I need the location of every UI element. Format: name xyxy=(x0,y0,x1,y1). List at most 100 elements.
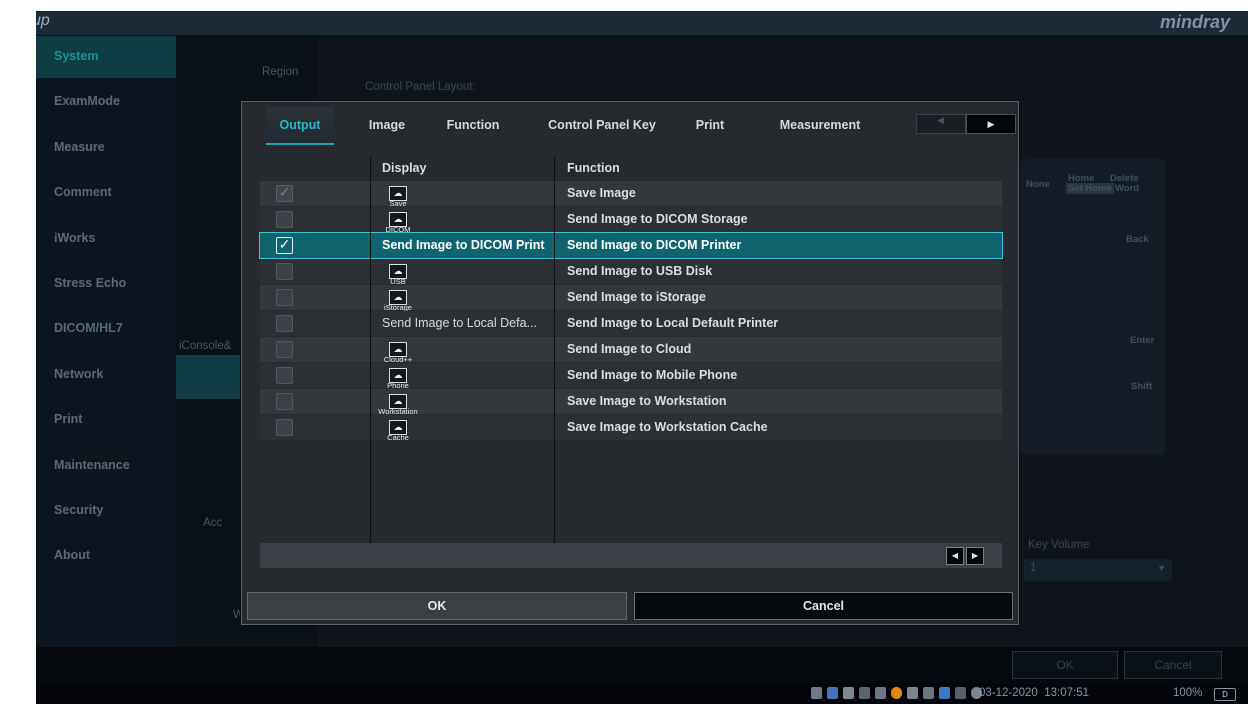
checkmark-icon: ✓ xyxy=(278,184,291,200)
sub-item-region[interactable]: Region xyxy=(262,66,298,78)
sidebar-item-security[interactable]: ⛨Security xyxy=(36,490,176,532)
table-row[interactable]: ☁ Workstation Save Image to Workstation xyxy=(260,389,1002,416)
enable-checkbox[interactable] xyxy=(276,315,293,332)
brand-logo: mindray xyxy=(1159,12,1230,32)
enable-checkbox[interactable] xyxy=(276,263,293,280)
ok-button[interactable]: OK xyxy=(247,592,627,620)
setup-cancel-button[interactable]: Cancel xyxy=(1124,651,1222,679)
key-back[interactable]: Back xyxy=(1126,234,1149,245)
tab-print[interactable]: Print xyxy=(690,107,730,143)
sidebar-item-network[interactable]: ⧉Network xyxy=(36,354,176,396)
sidebar-item-label: DICOM/HL7 xyxy=(54,321,123,336)
sidebar-item-label: ExamMode xyxy=(54,94,120,109)
key-none[interactable]: None xyxy=(1026,179,1050,190)
sidebar-item-label: Comment xyxy=(54,185,112,200)
sidebar-item-comment[interactable]: ▤Comment xyxy=(36,172,176,214)
usb-icon[interactable] xyxy=(923,687,934,699)
enable-checkbox[interactable]: ✓ xyxy=(276,236,293,254)
tab-scroll-left-button[interactable]: ◀ xyxy=(916,114,966,134)
display-button-icon: ☁ Workstation xyxy=(368,391,428,416)
checkmark-icon: ✓ xyxy=(278,236,291,252)
sidebar-item-system[interactable]: ⚙System xyxy=(36,36,176,78)
scroll-right-button[interactable]: ▶ xyxy=(966,547,984,565)
cloud-icon[interactable] xyxy=(875,687,886,699)
sidebar-item-iworks[interactable]: ☰iWorks xyxy=(36,218,176,260)
table-row[interactable]: ☁ Phone Send Image to Mobile Phone xyxy=(260,363,1002,390)
sidebar-item-dicom-hl7[interactable]: ▦DICOM/HL7 xyxy=(36,308,176,350)
table-row[interactable]: ✓ ☁ Save Save Image xyxy=(260,181,1002,208)
warning-icon[interactable] xyxy=(891,687,902,699)
control-panel-layout-label: Control Panel Layout: xyxy=(365,81,476,93)
table-row[interactable]: ☁ iStorage Send Image to iStorage xyxy=(260,285,1002,312)
function-text: Send Image to Mobile Phone xyxy=(567,368,738,382)
zoom-level: 100% xyxy=(1173,687,1203,699)
sidebar-item-exammode[interactable]: ⍜ExamMode xyxy=(36,81,176,123)
sidebar-item-label: About xyxy=(54,548,91,563)
date-time: 03-12-2020 13:07:51 xyxy=(979,687,1089,699)
sidebar-item-print[interactable]: ⎙Print xyxy=(36,399,176,441)
sidebar-item-label: Print xyxy=(54,412,83,427)
function-text: Save Image to Workstation xyxy=(567,394,727,408)
chevron-right-icon: ▶ xyxy=(987,119,995,129)
setup-sidebar: ⚙System⍜ExamMode⚠Measure▤Comment☰iWorks♡… xyxy=(36,35,176,647)
display-button-icon: ☁ DICOM xyxy=(368,209,428,234)
network-icon[interactable] xyxy=(827,687,838,699)
sidebar-item-stress-echo[interactable]: ♡Stress Echo xyxy=(36,263,176,305)
key-set-home[interactable]: Set Home xyxy=(1066,183,1114,194)
key-word[interactable]: Word xyxy=(1115,183,1139,194)
function-text: Send Image to DICOM Storage xyxy=(567,212,748,226)
sidebar-item-label: Security xyxy=(54,503,104,517)
chevron-left-icon: ◀ xyxy=(951,551,959,560)
chevron-left-icon: ◀ xyxy=(937,115,944,125)
sidebar-item-measure[interactable]: ⚠Measure xyxy=(36,127,176,169)
table-row[interactable]: ☁ DICOM Send Image to DICOM Storage xyxy=(260,207,1002,234)
chevron-right-icon: ▶ xyxy=(971,551,979,560)
sidebar-item-label: System xyxy=(54,49,99,63)
key-volume-select[interactable]: 1 ▼ xyxy=(1024,559,1172,581)
display-button-icon: ☁ iStorage xyxy=(368,287,428,312)
key-enter[interactable]: Enter xyxy=(1130,335,1154,346)
enable-checkbox[interactable] xyxy=(276,341,293,358)
enable-checkbox[interactable] xyxy=(276,289,293,306)
display-button-icon: ☁ Cloud++ xyxy=(368,339,428,364)
table-row[interactable]: ☁ Cache Save Image to Workstation Cache xyxy=(260,415,1002,442)
column-header-display: Display xyxy=(382,161,427,175)
enable-checkbox[interactable] xyxy=(276,211,293,228)
table-row[interactable]: ☁ Cloud++ Send Image to Cloud xyxy=(260,337,1002,364)
wifi-icon[interactable] xyxy=(843,687,854,699)
bluetooth-icon[interactable] xyxy=(939,687,950,699)
function-text: Send Image to DICOM Printer xyxy=(567,238,742,252)
enable-checkbox[interactable] xyxy=(276,393,293,410)
enable-checkbox[interactable] xyxy=(276,419,293,436)
function-text: Send Image to iStorage xyxy=(567,290,706,304)
enable-checkbox[interactable] xyxy=(276,367,293,384)
tab-control-panel-key[interactable]: Control Panel Key xyxy=(542,107,662,143)
tab-output[interactable]: Output xyxy=(266,107,334,145)
column-divider xyxy=(370,156,371,568)
key-volume-label: Key Volume xyxy=(1028,539,1090,551)
sidebar-item-label: iWorks xyxy=(54,230,96,245)
chevron-down-icon: ▼ xyxy=(1157,563,1166,573)
tab-image[interactable]: Image xyxy=(362,107,412,143)
column-divider xyxy=(554,156,555,568)
tab-function[interactable]: Function xyxy=(442,107,504,143)
list-icon[interactable] xyxy=(955,687,966,699)
table-row[interactable]: ☁ USB Send Image to USB Disk xyxy=(260,259,1002,286)
sub-item-acc[interactable]: Acc xyxy=(203,517,222,529)
tab-measurement[interactable]: Measurement xyxy=(770,107,870,143)
setup-ok-button[interactable]: OK xyxy=(1012,651,1118,679)
sidebar-item-maintenance[interactable]: ⚒Maintenance xyxy=(36,445,176,487)
sub-menu-active-item[interactable] xyxy=(176,355,246,399)
sidebar-item-about[interactable]: ⓘAbout xyxy=(36,535,176,577)
keyboard-icon[interactable] xyxy=(811,687,822,699)
printer-icon[interactable] xyxy=(907,687,918,699)
table-row[interactable]: ✓ Send Image to DICOM Print Send Image to … xyxy=(259,232,1003,259)
cancel-button[interactable]: Cancel xyxy=(634,592,1013,620)
storage-icon[interactable] xyxy=(859,687,870,699)
sub-item-iconsole[interactable]: iConsole& xyxy=(179,340,231,352)
key-shift[interactable]: Shift xyxy=(1131,381,1152,392)
table-row[interactable]: Send Image to Local Defa... Send Image to… xyxy=(260,311,1002,336)
tab-scroll-right-button[interactable]: ▶ xyxy=(966,114,1016,134)
horizontal-scrollbar[interactable]: ◀ ▶ xyxy=(260,543,1002,568)
scroll-left-button[interactable]: ◀ xyxy=(946,547,964,565)
